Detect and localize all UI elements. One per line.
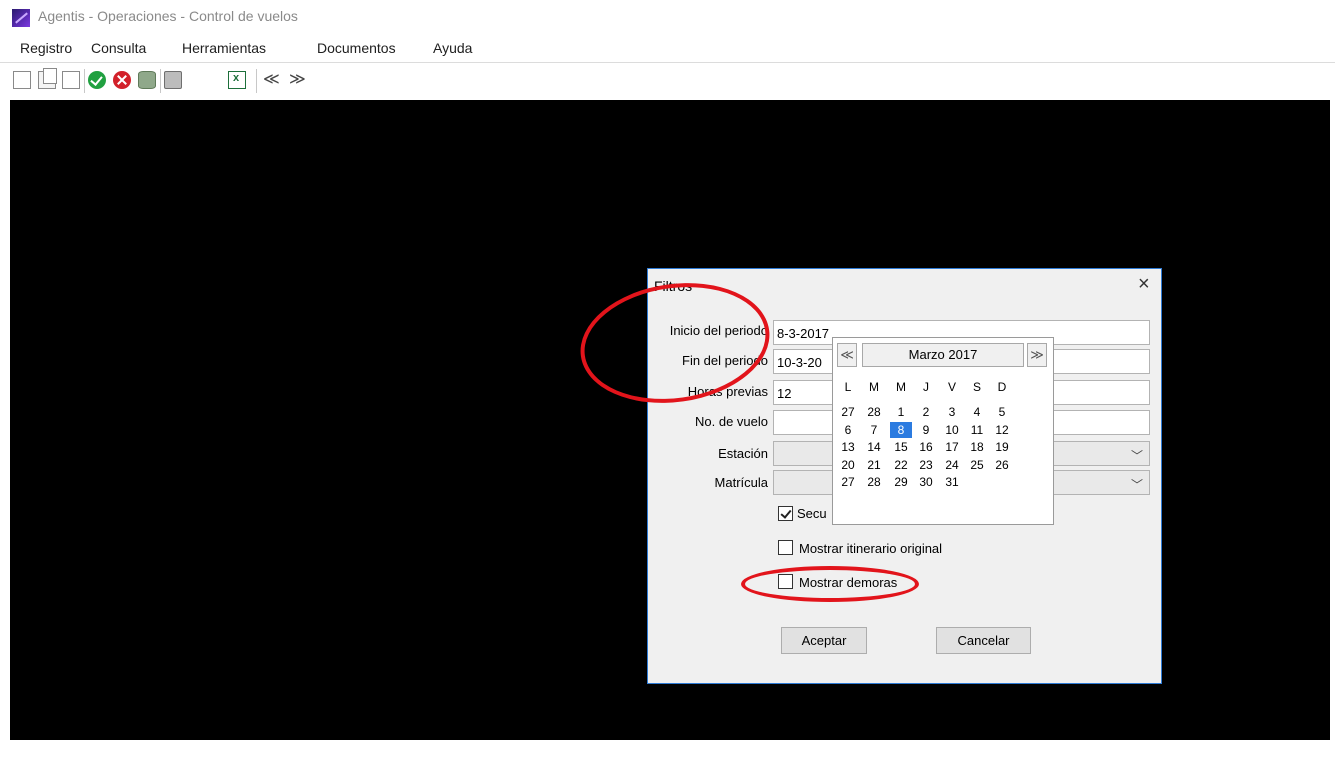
calendar-day[interactable]: 14 bbox=[863, 439, 885, 455]
menu-consulta[interactable]: Consulta bbox=[91, 40, 146, 56]
month-label: Marzo 2017 bbox=[862, 343, 1024, 367]
calendar-day[interactable]: 20 bbox=[837, 457, 859, 473]
calendar-day[interactable]: 29 bbox=[890, 474, 912, 490]
calendar-day[interactable]: 23 bbox=[915, 457, 937, 473]
new-document-icon[interactable] bbox=[13, 71, 31, 89]
chevron-down-icon: ﹀ bbox=[1130, 449, 1143, 463]
prev-month-button[interactable]: ≪ bbox=[837, 343, 857, 367]
edit-document-icon[interactable] bbox=[62, 71, 80, 89]
weekday-header: L bbox=[844, 380, 852, 394]
accept-icon[interactable] bbox=[88, 71, 106, 89]
secuencia-label: Secu bbox=[797, 506, 827, 521]
next-icon[interactable]: ≫ bbox=[289, 69, 306, 89]
calendar-day[interactable]: 26 bbox=[991, 457, 1013, 473]
demoras-label: Mostrar demoras bbox=[799, 575, 898, 590]
calendar-day[interactable]: 7 bbox=[863, 422, 885, 438]
next-month-button[interactable]: ≫ bbox=[1027, 343, 1047, 367]
date-picker-popup: ≪ Marzo 2017 ≫ L M M J V S D 27 28 1 2 3 4 5 6 7 8 9 10 11 1… bbox=[832, 337, 1054, 525]
itinerario-label: Mostrar itinerario original bbox=[799, 541, 943, 556]
calendar-day[interactable]: 21 bbox=[863, 457, 885, 473]
toolbar: ≪ ≫ bbox=[0, 62, 1335, 101]
accept-button[interactable]: Aceptar bbox=[781, 627, 867, 654]
calendar-day[interactable]: 1 bbox=[890, 404, 912, 420]
demoras-checkbox[interactable] bbox=[778, 574, 793, 589]
calendar-day[interactable]: 22 bbox=[890, 457, 912, 473]
calendar-day[interactable]: 12 bbox=[991, 422, 1013, 438]
calendar-day[interactable]: 6 bbox=[837, 422, 859, 438]
menu-documentos[interactable]: Documentos bbox=[317, 40, 396, 56]
calendar-day[interactable]: 18 bbox=[966, 439, 988, 455]
calendar-day[interactable]: 27 bbox=[837, 404, 859, 420]
calendar-day[interactable]: 17 bbox=[941, 439, 963, 455]
calendar-day[interactable]: 9 bbox=[915, 422, 937, 438]
weekday-header: M bbox=[869, 380, 879, 394]
calendar-day[interactable]: 16 bbox=[915, 439, 937, 455]
menu-ayuda[interactable]: Ayuda bbox=[433, 40, 472, 56]
calendar-day[interactable]: 13 bbox=[837, 439, 859, 455]
calendar-day[interactable]: 10 bbox=[941, 422, 963, 438]
menu-bar: Registro Consulta Herramientas Documento… bbox=[0, 34, 1335, 62]
toolbar-separator bbox=[160, 69, 161, 93]
calendar-day[interactable]: 8 bbox=[890, 421, 912, 438]
calendar-day[interactable]: 28 bbox=[863, 404, 885, 420]
secuencia-checkbox[interactable] bbox=[778, 506, 793, 521]
weekday-header: M bbox=[896, 380, 906, 394]
calendar-day[interactable]: 25 bbox=[966, 457, 988, 473]
database-icon[interactable] bbox=[138, 71, 156, 89]
menu-registro[interactable]: Registro bbox=[20, 40, 72, 56]
previous-icon[interactable]: ≪ bbox=[263, 69, 280, 89]
dialog-title: Filtros bbox=[654, 278, 693, 294]
calendar-day[interactable]: 24 bbox=[941, 457, 963, 473]
title-bar: Agentis - Operaciones - Control de vuelo… bbox=[0, 0, 1335, 34]
vuelo-label: No. de vuelo bbox=[695, 414, 768, 429]
weekday-header: V bbox=[947, 380, 956, 394]
calendar-day[interactable]: 5 bbox=[991, 404, 1013, 420]
calendar-day[interactable]: 31 bbox=[941, 474, 963, 490]
chevron-down-icon: ﹀ bbox=[1130, 478, 1143, 492]
matricula-label: Matrícula bbox=[714, 475, 768, 490]
toolbar-separator bbox=[84, 69, 85, 93]
print-icon[interactable] bbox=[164, 71, 182, 89]
close-icon[interactable]: × bbox=[1138, 273, 1150, 296]
excel-export-icon[interactable] bbox=[228, 71, 246, 89]
calendar-day[interactable]: 11 bbox=[966, 422, 988, 438]
calendar-day[interactable]: 30 bbox=[915, 474, 937, 490]
itinerario-checkbox[interactable] bbox=[778, 540, 793, 555]
inicio-label: Inicio del periodo bbox=[669, 323, 768, 338]
calendar-day[interactable]: 4 bbox=[966, 404, 988, 420]
weekday-header: S bbox=[972, 380, 981, 394]
calendar-day[interactable]: 15 bbox=[890, 439, 912, 455]
cancel-icon[interactable] bbox=[113, 71, 131, 89]
cancel-button[interactable]: Cancelar bbox=[936, 627, 1031, 654]
fin-label: Fin del periodo bbox=[682, 353, 768, 368]
calendar-day[interactable]: 27 bbox=[837, 474, 859, 490]
calendar-day[interactable]: 3 bbox=[941, 404, 963, 420]
weekday-header: J bbox=[923, 380, 929, 394]
copy-document-icon[interactable] bbox=[38, 68, 57, 89]
window-title: Agentis - Operaciones - Control de vuelo… bbox=[38, 8, 298, 24]
estacion-label: Estación bbox=[718, 446, 768, 461]
calendar-day[interactable]: 28 bbox=[863, 474, 885, 490]
weekday-header: D bbox=[997, 380, 1007, 394]
calendar-day[interactable]: 2 bbox=[915, 404, 937, 420]
toolbar-separator bbox=[256, 69, 257, 93]
app-logo-icon bbox=[12, 9, 30, 27]
menu-herramientas[interactable]: Herramientas bbox=[182, 40, 266, 56]
calendar-day[interactable]: 19 bbox=[991, 439, 1013, 455]
horas-label: Horas previas bbox=[687, 384, 768, 399]
